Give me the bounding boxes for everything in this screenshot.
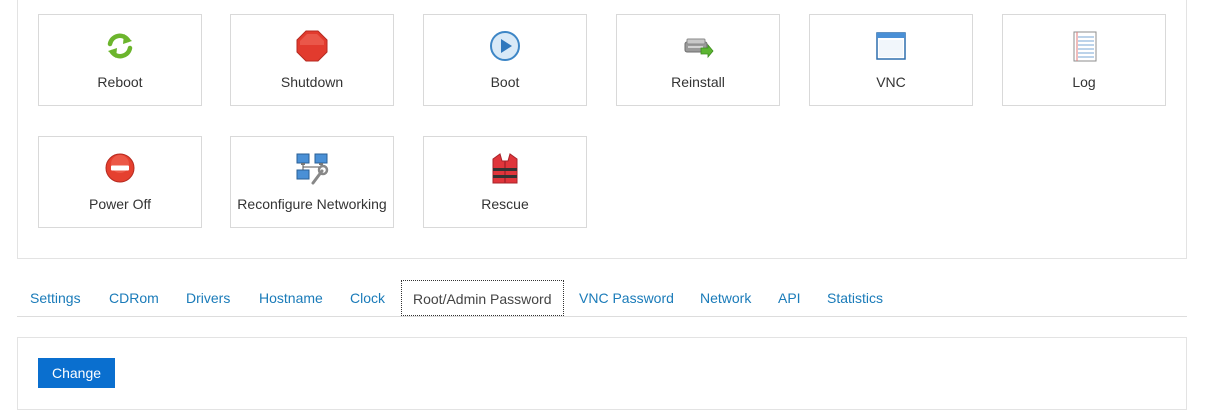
reboot-label: Reboot — [97, 74, 143, 90]
reinstall-button[interactable]: Reinstall — [616, 14, 780, 106]
rescue-label: Rescue — [481, 196, 529, 212]
tab-cdrom[interactable]: CDRom — [109, 280, 159, 316]
tab-content-panel: Change — [17, 337, 1187, 410]
network-computers-icon — [295, 151, 329, 185]
log-notepad-icon — [1067, 29, 1101, 63]
boot-button[interactable]: Boot — [423, 14, 587, 106]
vnc-label: VNC — [876, 74, 906, 90]
tab-settings[interactable]: Settings — [30, 280, 81, 316]
tab-drivers[interactable]: Drivers — [186, 280, 230, 316]
change-button[interactable]: Change — [38, 358, 115, 388]
reconfigure-networking-label: Reconfigure Networking — [237, 196, 387, 212]
shutdown-icon — [295, 29, 329, 63]
shutdown-button[interactable]: Shutdown — [230, 14, 394, 106]
shutdown-label: Shutdown — [280, 74, 344, 90]
tab-hostname[interactable]: Hostname — [259, 280, 323, 316]
power-off-icon — [103, 151, 137, 185]
boot-icon — [488, 29, 522, 63]
boot-label: Boot — [490, 74, 520, 90]
reboot-button[interactable]: Reboot — [38, 14, 202, 106]
reconfigure-networking-button[interactable]: Reconfigure Networking — [230, 136, 394, 228]
tab-clock[interactable]: Clock — [350, 280, 385, 316]
server-actions-panel: Reboot Shutdown Boot Reinstall VNC Log P… — [17, 0, 1187, 259]
log-label: Log — [1072, 74, 1096, 90]
tab-network[interactable]: Network — [700, 280, 751, 316]
power-off-label: Power Off — [89, 196, 151, 212]
reinstall-icon — [681, 29, 715, 63]
power-off-button[interactable]: Power Off — [38, 136, 202, 228]
settings-tab-bar: Settings CDRom Drivers Hostname Clock Ro… — [17, 280, 1187, 317]
reboot-icon — [103, 29, 137, 63]
life-vest-icon — [488, 151, 522, 185]
rescue-button[interactable]: Rescue — [423, 136, 587, 228]
log-button[interactable]: Log — [1002, 14, 1166, 106]
vnc-window-icon — [874, 29, 908, 63]
tab-statistics[interactable]: Statistics — [827, 280, 883, 316]
tab-vnc-password[interactable]: VNC Password — [579, 280, 674, 316]
tab-api[interactable]: API — [778, 280, 801, 316]
tab-root-admin-password[interactable]: Root/Admin Password — [401, 280, 564, 316]
vnc-button[interactable]: VNC — [809, 14, 973, 106]
reinstall-label: Reinstall — [671, 74, 725, 90]
